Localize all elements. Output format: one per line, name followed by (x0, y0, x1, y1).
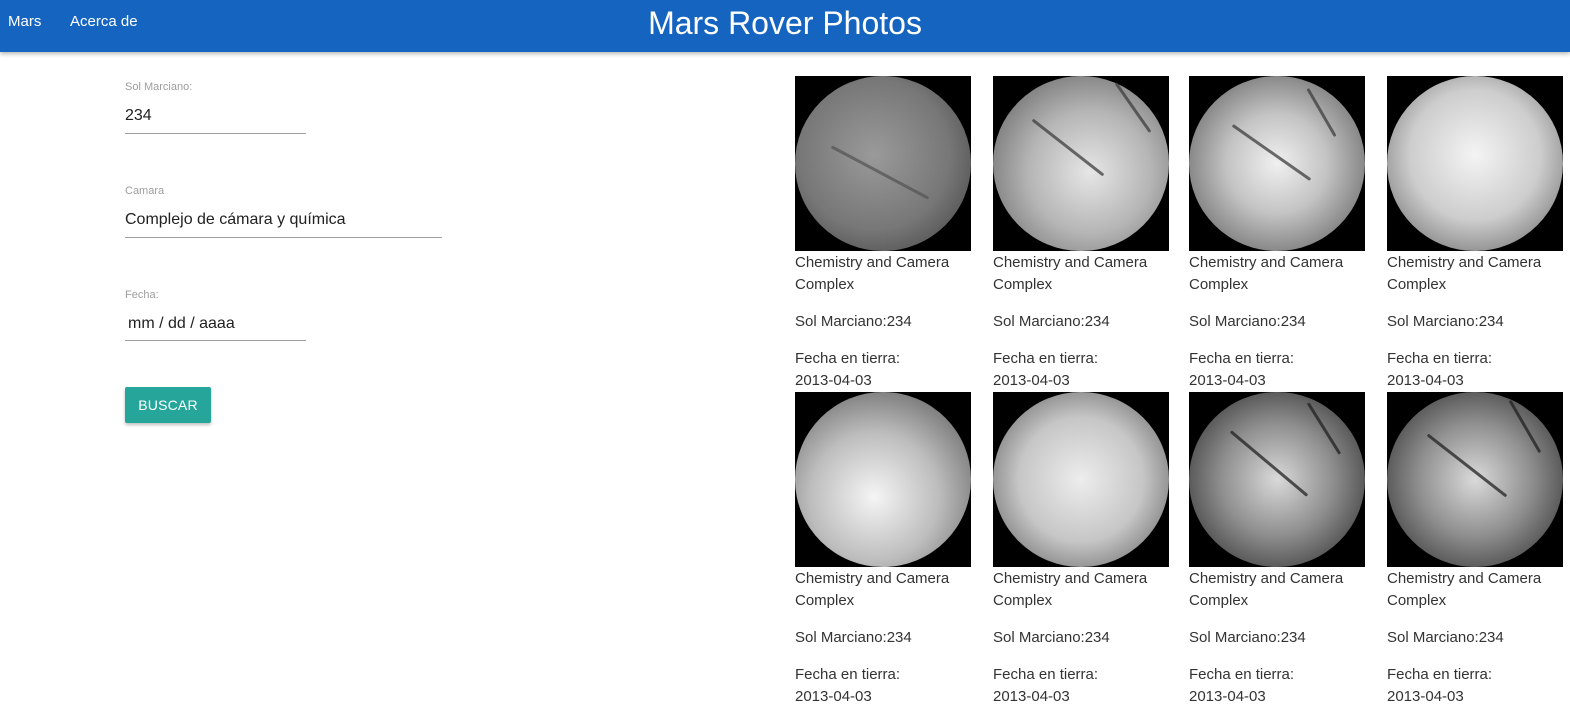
photo-camera-name: Chemistry and Camera Complex (993, 254, 1148, 293)
rover-photo[interactable] (993, 76, 1169, 251)
photo-card: Chemistry and Camera Complex Sol Marcian… (1387, 392, 1563, 708)
photo-earth-date: 2013-04-03 (795, 372, 872, 389)
photo-sol: Sol Marciano:234 (1387, 313, 1504, 330)
photo-sol: Sol Marciano:234 (795, 629, 912, 646)
photo-card: Chemistry and Camera Complex Sol Marcian… (795, 76, 971, 392)
photo-sol: Sol Marciano:234 (795, 313, 912, 330)
photo-earth-date: 2013-04-03 (1387, 372, 1464, 389)
top-navbar: Mars Acerca de Mars Rover Photos (0, 0, 1570, 52)
photo-earth-date: 2013-04-03 (1189, 688, 1266, 705)
photo-card: Chemistry and Camera Complex Sol Marcian… (1189, 392, 1365, 708)
photo-camera-name: Chemistry and Camera Complex (1387, 570, 1542, 609)
photo-earth-date-label: Fecha en tierra: (1387, 666, 1493, 683)
rover-photo[interactable] (795, 392, 971, 567)
photo-camera-name: Chemistry and Camera Complex (1189, 570, 1344, 609)
rover-photo-image (795, 76, 971, 251)
photo-earth-date: 2013-04-03 (795, 688, 872, 705)
sol-field-group: Sol Marciano: (125, 80, 306, 134)
rover-photo[interactable] (1189, 76, 1365, 251)
rover-photo-image (1387, 392, 1563, 567)
rover-photo[interactable] (1387, 392, 1563, 567)
photo-sol: Sol Marciano:234 (993, 629, 1110, 646)
photo-card: Chemistry and Camera Complex Sol Marcian… (993, 76, 1169, 392)
photo-card: Chemistry and Camera Complex Sol Marcian… (1189, 76, 1365, 392)
photo-sol: Sol Marciano:234 (1189, 629, 1306, 646)
rover-photo-image (1189, 76, 1365, 251)
photo-earth-date-label: Fecha en tierra: (795, 350, 901, 367)
photo-earth-date: 2013-04-03 (1387, 688, 1464, 705)
date-input[interactable] (125, 307, 306, 341)
photo-card: Chemistry and Camera Complex Sol Marcian… (1387, 76, 1563, 392)
photo-sol: Sol Marciano:234 (993, 313, 1110, 330)
rover-photo-image (993, 76, 1169, 251)
photo-earth-date-label: Fecha en tierra: (993, 350, 1099, 367)
photo-card: Chemistry and Camera Complex Sol Marcian… (795, 392, 971, 708)
sol-label: Sol Marciano: (125, 81, 193, 93)
rover-photo-image (1189, 392, 1365, 567)
camera-select[interactable] (125, 203, 442, 238)
camera-label: Camara (125, 185, 165, 197)
photo-earth-date-label: Fecha en tierra: (1387, 350, 1493, 367)
rover-photo-image (795, 392, 971, 567)
rover-photo[interactable] (795, 76, 971, 251)
photo-camera-name: Chemistry and Camera Complex (993, 570, 1148, 609)
photo-camera-name: Chemistry and Camera Complex (795, 570, 950, 609)
camera-field-group: Camara (125, 184, 442, 238)
photo-camera-name: Chemistry and Camera Complex (795, 254, 950, 293)
photo-earth-date-label: Fecha en tierra: (993, 666, 1099, 683)
date-field-group: Fecha: (125, 288, 306, 341)
photo-earth-date: 2013-04-03 (993, 372, 1070, 389)
rover-photo[interactable] (1189, 392, 1365, 567)
rover-photo[interactable] (1387, 76, 1563, 251)
rover-photo-image (993, 392, 1169, 567)
rover-photo-image (1387, 76, 1563, 251)
photo-sol: Sol Marciano:234 (1387, 629, 1504, 646)
photo-earth-date-label: Fecha en tierra: (1189, 350, 1295, 367)
sol-input[interactable] (125, 99, 306, 134)
rover-photo[interactable] (993, 392, 1169, 567)
photo-camera-name: Chemistry and Camera Complex (1387, 254, 1542, 293)
search-button[interactable]: BUSCAR (125, 387, 211, 423)
date-label: Fecha: (125, 289, 159, 301)
brand-title[interactable]: Mars Rover Photos (0, 3, 1570, 43)
photo-earth-date-label: Fecha en tierra: (795, 666, 901, 683)
photo-camera-name: Chemistry and Camera Complex (1189, 254, 1344, 293)
photo-earth-date-label: Fecha en tierra: (1189, 666, 1295, 683)
photo-earth-date: 2013-04-03 (1189, 372, 1266, 389)
photo-earth-date: 2013-04-03 (993, 688, 1070, 705)
photo-card: Chemistry and Camera Complex Sol Marcian… (993, 392, 1169, 708)
photo-sol: Sol Marciano:234 (1189, 313, 1306, 330)
